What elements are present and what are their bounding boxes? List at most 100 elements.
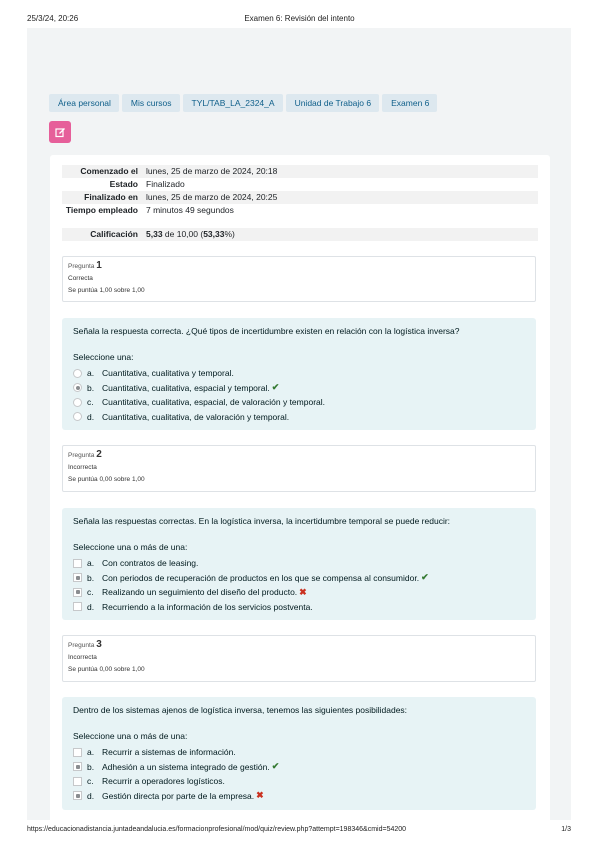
answer-option[interactable]: a. Cuantitativa, cualitativa y temporal. [73,366,525,381]
question-status: Correcta [68,275,93,282]
answer-text: Cuantitativa, cualitativa y temporal. [102,368,234,379]
quiz-edit-icon [49,121,71,143]
answer-checkbox[interactable] [73,587,82,597]
summary-label: Comenzado el [80,166,138,176]
answer-letter: c. [87,397,94,408]
print-title: Examen 6: Revisión del intento [244,14,355,23]
answer-option[interactable]: d. Recurriendo a la información de los se… [73,600,525,615]
answer-radio[interactable] [73,368,82,378]
question-label: Pregunta [68,263,95,270]
print-footer: https://educacionadistancia.juntadeandal… [0,826,599,838]
check-icon: ✔ [421,572,429,583]
answer-text: Cuantitativa, cualitativa, espacial, de … [102,397,326,408]
check-icon: ✔ [271,382,280,393]
answer-option[interactable]: d. Cuantitativa, cualitativa, de valoraci… [73,410,525,425]
question-number: 3 [96,639,102,650]
summary-value: 5,33 de 10,00 (53,33%) [142,228,538,241]
question-score: Se puntúa 1,00 sobre 1,00 [68,287,145,294]
grade-rest: de 10,00 ( [162,229,204,239]
answer-option[interactable]: b. Con periodos de recuperación de produc… [73,571,525,586]
answer-option[interactable]: d. Gestión directa por parte de la empres… [73,789,525,804]
grade-score: 5,33 [146,229,163,239]
print-header: 25/3/24, 20:26 Examen 6: Revisión del in… [0,14,599,26]
breadcrumb-course[interactable]: TYL/TAB_LA_2324_A [182,94,283,112]
answer-option[interactable]: a. Recurrir a sistemas de información. [73,745,525,760]
question-content: Señala la respuesta correcta. ¿Qué tipos… [62,318,536,430]
summary-row-time: Tiempo empleado 7 minutos 49 segundos [62,204,538,228]
answer-radio[interactable] [73,383,82,393]
answer-prompt: Seleccione una o más de una: [73,542,188,552]
attempt-summary-table: Comenzado el lunes, 25 de marzo de 2024,… [62,165,538,241]
answer-checkbox[interactable] [73,573,82,583]
summary-row-grade: Calificación 5,33 de 10,00 (53,33%) [62,228,538,241]
answer-checkbox[interactable] [73,747,82,757]
answer-radio[interactable] [73,397,82,407]
question-number: 2 [96,449,102,460]
answer-letter: d. [87,601,95,612]
answer-letter: d. [87,790,95,801]
answer-letter: a. [87,558,95,569]
summary-label: Tiempo empleado [65,205,138,215]
answer-option[interactable]: a. Con contratos de leasing. [73,556,525,571]
answer-text: Adhesión a un sistema integrado de gesti… [102,761,270,772]
answer-text: Gestión directa por parte de la empresa. [102,790,255,801]
summary-label: Calificación [90,229,138,239]
question-label: Pregunta [68,642,95,649]
answer-checkbox[interactable] [73,776,82,786]
question-content: Señala las respuestas correctas. En la l… [62,508,536,620]
answer-letter: b. [87,382,95,393]
answer-text: Cuantitativa, cualitativa, de valoración… [102,411,290,422]
question-info: Pregunta 2 Incorrecta Se puntúa 0,00 sob… [62,445,536,492]
answer-text: Cuantitativa, cualitativa, espacial y te… [102,382,270,393]
breadcrumb-unit[interactable]: Unidad de Trabajo 6 [285,94,380,112]
question-score: Se puntúa 0,00 sobre 1,00 [68,476,145,483]
answer-text: Realizando un seguimiento del diseño del… [102,587,298,598]
question-number: 1 [96,260,102,271]
answer-prompt: Seleccione una: [73,352,134,362]
summary-label: Estado [109,179,138,189]
question-status: Incorrecta [68,464,97,471]
answer-checkbox[interactable] [73,602,82,612]
question-status: Incorrecta [68,654,97,661]
check-icon: ✔ [271,761,280,772]
breadcrumb-area-personal[interactable]: Área personal [49,94,119,112]
summary-value: lunes, 25 de marzo de 2024, 20:18 [146,166,278,176]
answer-list: a. Cuantitativa, cualitativa y temporal. b… [73,366,525,424]
answer-letter: a. [87,368,95,379]
answer-letter: c. [87,776,94,787]
answer-text: Con periodos de recuperación de producto… [102,572,420,583]
question-score: Se puntúa 0,00 sobre 1,00 [68,666,145,673]
summary-value: Finalizado [146,179,185,189]
summary-row-finished: Finalizado en lunes, 25 de marzo de 2024… [62,191,538,204]
answer-option[interactable]: b. Cuantitativa, cualitativa, espacial y … [73,381,525,396]
answer-text: Recurrir a operadores logísticos. [102,776,225,787]
question-text: Señala las respuestas correctas. En la l… [73,516,451,526]
cross-icon: ✖ [256,790,264,801]
breadcrumb-exam[interactable]: Examen 6 [382,94,438,112]
question-label: Pregunta [68,452,95,459]
answer-list: a. Con contratos de leasing. b. Con periodo… [73,556,525,614]
answer-letter: a. [87,747,95,758]
answer-checkbox[interactable] [73,558,82,568]
answer-option[interactable]: c. Realizando un seguimiento del diseño d… [73,585,525,600]
question-info: Pregunta 1 Correcta Se puntúa 1,00 sobre… [62,256,536,302]
answer-checkbox[interactable] [73,762,82,772]
breadcrumb-mis-cursos[interactable]: Mis cursos [121,94,180,112]
answer-text: Recurrir a sistemas de información. [102,747,236,758]
answer-radio[interactable] [73,412,82,422]
answer-checkbox[interactable] [73,791,82,801]
summary-value: lunes, 25 de marzo de 2024, 20:25 [146,192,278,202]
question-text: Dentro de los sistemas ajenos de logísti… [73,705,408,715]
answer-option[interactable]: c. Cuantitativa, cualitativa, espacial, d… [73,395,525,410]
answer-option[interactable]: b. Adhesión a un sistema integrado de ges… [73,760,525,775]
answer-letter: b. [87,761,95,772]
question-text: Señala la respuesta correcta. ¿Qué tipos… [73,326,460,336]
breadcrumb: Área personal Mis cursos TYL/TAB_LA_2324… [49,94,438,112]
grade-end: %) [224,229,235,239]
answer-list: a. Recurrir a sistemas de información. b. A… [73,745,525,803]
answer-option[interactable]: c. Recurrir a operadores logísticos. [73,774,525,789]
answer-letter: b. [87,572,95,583]
summary-row-started: Comenzado el lunes, 25 de marzo de 2024,… [62,165,538,178]
cross-icon: ✖ [299,586,307,597]
print-url: https://educacionadistancia.juntadeandal… [27,826,407,833]
